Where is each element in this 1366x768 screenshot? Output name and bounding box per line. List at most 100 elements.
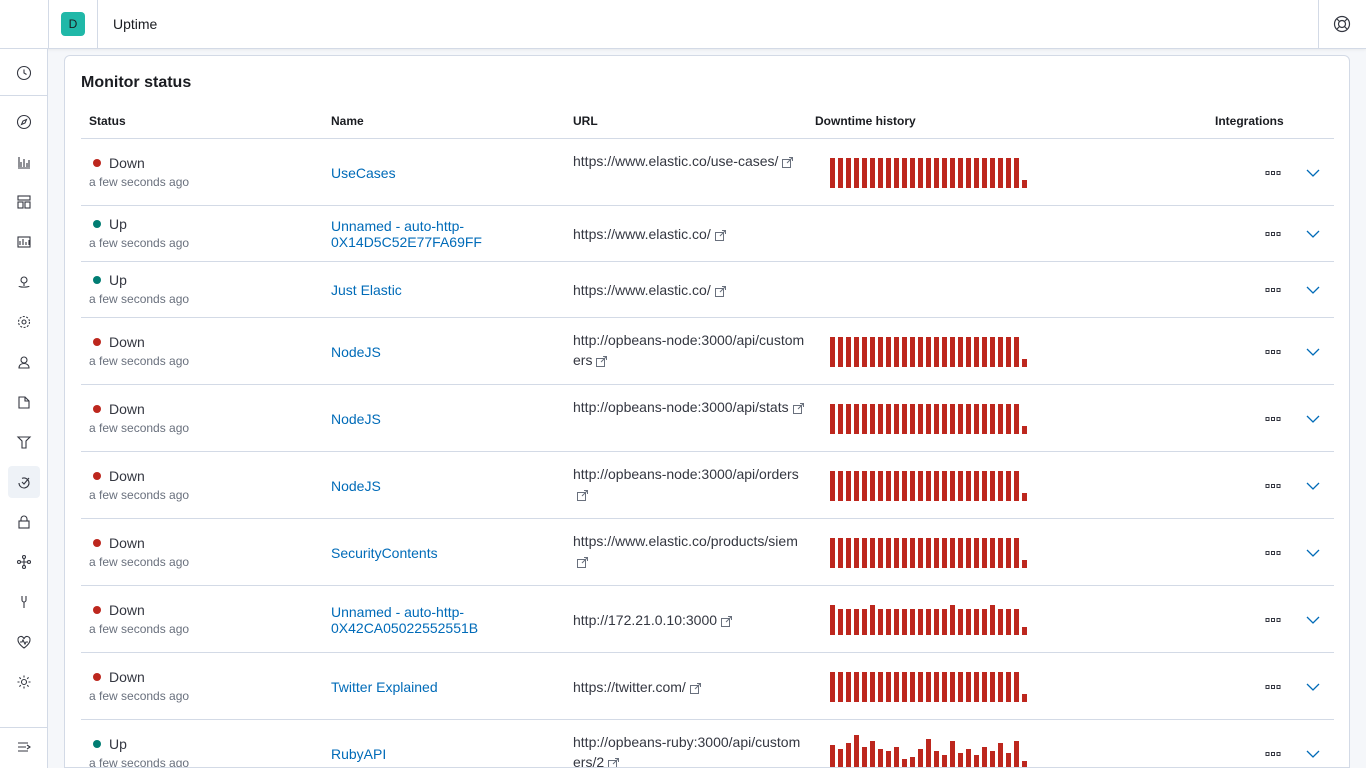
downtime-bar[interactable] [998,743,1003,767]
monitor-url-link[interactable]: https://www.elastic.co/ [573,280,805,300]
downtime-bar[interactable] [854,735,859,767]
downtime-bar[interactable] [918,538,923,568]
downtime-bar[interactable] [966,672,971,702]
downtime-histogram[interactable] [830,605,1030,635]
downtime-bar[interactable] [902,337,907,367]
downtime-bar[interactable] [870,741,875,767]
downtime-bar[interactable] [846,743,851,767]
monitor-url-link[interactable]: http://172.21.0.10:3000 [573,610,805,630]
monitor-name-link[interactable]: Unnamed - auto-http-0X42CA05022552551B [331,604,531,636]
downtime-bar[interactable] [950,158,955,188]
downtime-bar[interactable] [934,751,939,767]
downtime-bar[interactable] [1022,493,1027,501]
downtime-bar[interactable] [902,609,907,635]
downtime-bar[interactable] [934,158,939,188]
downtime-bar[interactable] [1006,471,1011,501]
downtime-bar[interactable] [886,751,891,767]
downtime-bar[interactable] [958,337,963,367]
help-icon[interactable] [1333,15,1351,33]
downtime-bar[interactable] [918,158,923,188]
chevron-down-icon[interactable] [1305,282,1321,298]
downtime-bar[interactable] [838,672,843,702]
monitor-url-link[interactable]: https://twitter.com/ [573,677,805,697]
monitor-name-link[interactable]: SecurityContents [331,545,531,561]
downtime-bar[interactable] [862,747,867,767]
downtime-bar[interactable] [926,158,931,188]
column-header-url[interactable]: URL [573,114,598,128]
downtime-bar[interactable] [902,538,907,568]
downtime-bar[interactable] [990,538,995,568]
downtime-bar[interactable] [878,337,883,367]
downtime-bar[interactable] [894,747,899,767]
downtime-bar[interactable] [966,471,971,501]
integrations-menu-button[interactable] [1261,413,1285,425]
downtime-bar[interactable] [1022,180,1027,188]
integrations-menu-button[interactable] [1261,681,1285,693]
downtime-bar[interactable] [934,672,939,702]
monitor-name-link[interactable]: UseCases [331,165,531,181]
downtime-bar[interactable] [854,609,859,635]
chevron-down-icon[interactable] [1305,679,1321,695]
downtime-bar[interactable] [926,404,931,434]
downtime-bar[interactable] [886,672,891,702]
downtime-bar[interactable] [982,609,987,635]
downtime-bar[interactable] [990,404,995,434]
downtime-bar[interactable] [894,337,899,367]
downtime-bar[interactable] [870,672,875,702]
downtime-bar[interactable] [1006,609,1011,635]
downtime-bar[interactable] [974,337,979,367]
downtime-bar[interactable] [926,337,931,367]
downtime-bar[interactable] [934,337,939,367]
downtime-bar[interactable] [1006,337,1011,367]
downtime-bar[interactable] [894,672,899,702]
monitor-name-link[interactable]: NodeJS [331,478,531,494]
integrations-menu-button[interactable] [1261,228,1285,240]
downtime-bar[interactable] [846,471,851,501]
downtime-bar[interactable] [854,337,859,367]
sidebar-item-user[interactable] [8,346,40,378]
downtime-bar[interactable] [950,605,955,635]
downtime-bar[interactable] [1014,471,1019,501]
downtime-histogram[interactable] [830,404,1030,434]
sidebar-item-gear[interactable] [8,666,40,698]
sidebar-item-lock[interactable] [8,506,40,538]
downtime-bar[interactable] [894,158,899,188]
monitor-url-link[interactable]: http://opbeans-ruby:3000/api/customers/2 [573,732,805,767]
downtime-bar[interactable] [862,672,867,702]
downtime-bar[interactable] [878,609,883,635]
column-header-name[interactable]: Name [331,114,364,128]
downtime-bar[interactable] [974,404,979,434]
monitor-name-link[interactable]: RubyAPI [331,746,531,762]
downtime-histogram[interactable] [830,672,1030,702]
monitor-name-link[interactable]: NodeJS [331,411,531,427]
downtime-bar[interactable] [902,158,907,188]
sidebar-item-logs[interactable] [8,386,40,418]
downtime-bar[interactable] [1022,627,1027,635]
sidebar-item-uptime[interactable] [8,466,40,498]
downtime-bar[interactable] [982,747,987,767]
downtime-bar[interactable] [862,538,867,568]
downtime-histogram[interactable] [830,158,1030,188]
downtime-bar[interactable] [1022,426,1027,434]
integrations-menu-button[interactable] [1261,284,1285,296]
downtime-bar[interactable] [974,158,979,188]
monitor-url-link[interactable]: http://opbeans-node:3000/api/stats [573,397,805,417]
sidebar-item-dashboard[interactable] [8,186,40,218]
downtime-bar[interactable] [958,609,963,635]
downtime-bar[interactable] [862,471,867,501]
downtime-bar[interactable] [926,609,931,635]
downtime-bar[interactable] [910,471,915,501]
downtime-bar[interactable] [918,404,923,434]
downtime-bar[interactable] [1006,753,1011,767]
downtime-bar[interactable] [1022,359,1027,367]
downtime-bar[interactable] [1006,404,1011,434]
monitor-url-link[interactable]: https://www.elastic.co/products/siem [573,531,805,571]
downtime-bar[interactable] [982,471,987,501]
downtime-bar[interactable] [974,755,979,767]
downtime-bar[interactable] [982,337,987,367]
downtime-bar[interactable] [966,158,971,188]
chevron-down-icon[interactable] [1305,344,1321,360]
monitor-name-link[interactable]: Just Elastic [331,282,531,298]
downtime-bar[interactable] [862,404,867,434]
monitor-url-link[interactable]: http://opbeans-node:3000/api/customers [573,330,805,370]
